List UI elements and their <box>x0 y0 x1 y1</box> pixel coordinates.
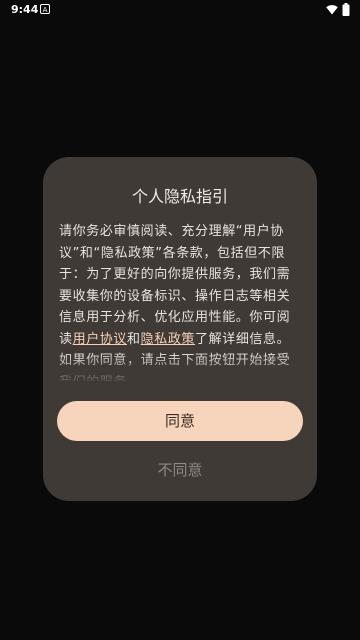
dialog-title: 个人隐私指引 <box>131 187 228 206</box>
screen: 9:44 A 个人隐私指引 请你务必审慎阅读、充分理解“用户协议”和“隐私政策”… <box>0 0 360 640</box>
wifi-icon <box>326 5 338 15</box>
dialog-body[interactable]: 请你务必审慎阅读、充分理解“用户协议”和“隐私政策”各条款，包括但不限于：为了更… <box>59 221 301 381</box>
body-connector: 和 <box>127 331 141 347</box>
battery-icon <box>342 3 350 16</box>
status-bar: 9:44 A <box>0 0 360 20</box>
user-agreement-link[interactable]: 用户协议 <box>73 332 127 347</box>
status-icons <box>326 3 350 16</box>
notification-icon: A <box>40 4 50 14</box>
agree-button[interactable]: 同意 <box>57 401 303 441</box>
status-time: 9:44 <box>11 3 39 16</box>
privacy-policy-link[interactable]: 隐私政策 <box>141 332 195 347</box>
privacy-dialog: 个人隐私指引 请你务必审慎阅读、充分理解“用户协议”和“隐私政策”各条款，包括但… <box>43 157 317 501</box>
disagree-button[interactable]: 不同意 <box>57 452 303 488</box>
body-text-before: 请你务必审慎阅读、充分理解“用户协议”和“隐私政策”各条款，包括但不限于：为了更… <box>59 224 291 347</box>
